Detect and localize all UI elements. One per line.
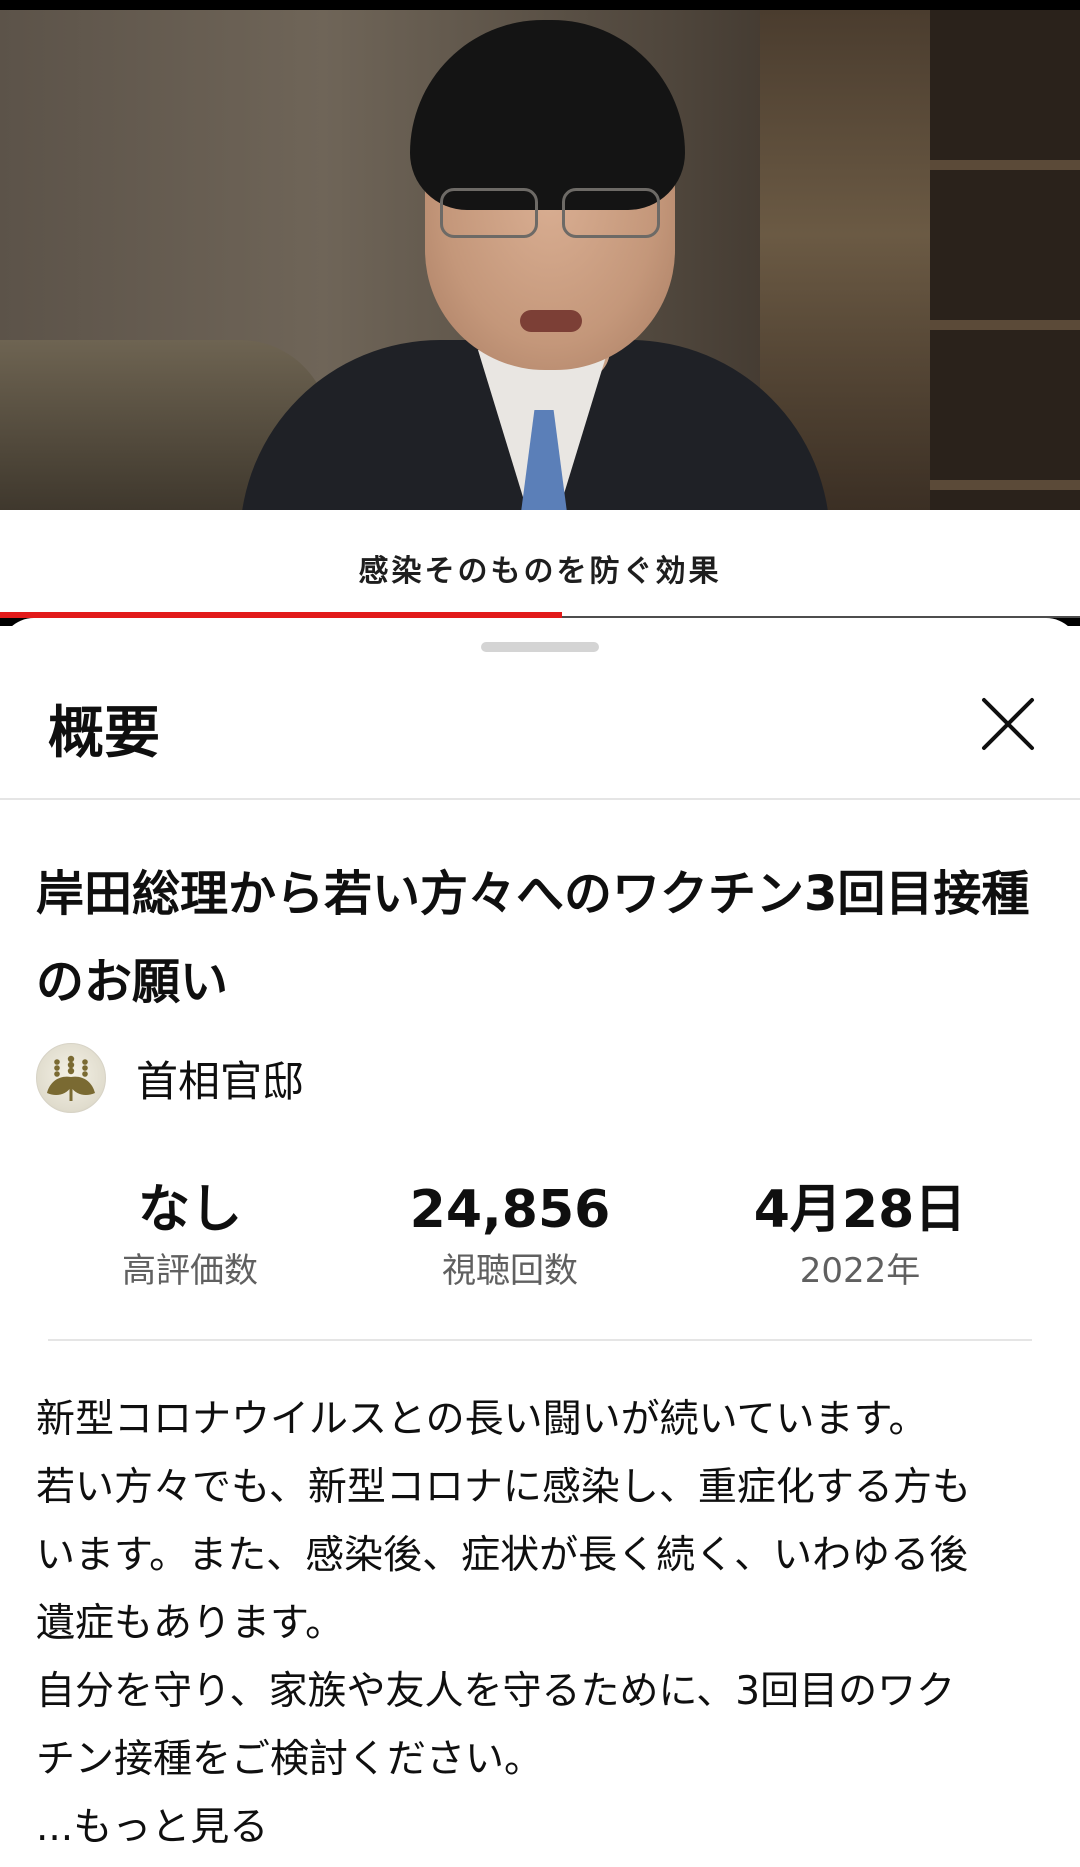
channel-avatar[interactable]: [36, 1043, 106, 1113]
speaker-mouth: [520, 310, 582, 332]
video-title: 岸田総理から若い方々へのワクチン3回目接種のお願い: [36, 866, 1030, 1010]
date-year: 2022年: [799, 1251, 921, 1291]
likes-label: 高評価数: [122, 1251, 258, 1291]
stat-views: 24,856 視聴回数: [400, 1178, 620, 1296]
description-sheet: 概要 岸田総理から若い方々へのワクチン3回目接種のお願い 首相官邸 なし 高評価…: [0, 618, 1080, 1867]
date-value: 4月28日: [753, 1180, 967, 1240]
description-line: チン接種をご検討ください。: [36, 1737, 544, 1782]
views-value: 24,856: [409, 1180, 611, 1240]
stats-divider: [48, 1339, 1032, 1341]
drag-handle[interactable]: [481, 642, 599, 652]
stat-likes: なし 高評価数: [90, 1178, 290, 1296]
video-player[interactable]: 感染そのものを防ぐ効果: [0, 0, 1080, 626]
description-line: 自分を守り、家族や友人を守るために、3回目のワク: [36, 1669, 956, 1714]
channel-row[interactable]: 首相官邸: [36, 1042, 304, 1114]
background-shelf: [930, 10, 1080, 510]
paulownia-crest-icon: [47, 1055, 95, 1101]
description-text: 新型コロナウイルスとの長い闘いが続いています。 若い方々でも、新型コロナに感染し…: [36, 1386, 1046, 1862]
description-line: 新型コロナウイルスとの長い闘いが続いています。: [36, 1397, 928, 1442]
caption-strip: 感染そのものを防ぐ効果: [0, 510, 1080, 616]
close-button[interactable]: [968, 684, 1048, 764]
description-line: 若い方々でも、新型コロナに感染し、重症化する方も: [36, 1465, 971, 1510]
speaker-hair: [410, 20, 685, 210]
description-line: 遺症もあります。: [36, 1601, 345, 1646]
video-frame[interactable]: [0, 10, 1080, 510]
stat-date: 4月28日 2022年: [740, 1178, 980, 1296]
show-more-link[interactable]: ...もっと見る: [36, 1794, 1046, 1862]
likes-value: なし: [137, 1180, 242, 1240]
channel-name[interactable]: 首相官邸: [136, 1048, 304, 1109]
views-label: 視聴回数: [442, 1251, 578, 1291]
close-icon: [982, 698, 1034, 750]
header-divider: [0, 798, 1080, 800]
stats-row: なし 高評価数 24,856 視聴回数 4月28日 2022年: [0, 1178, 1080, 1291]
description-line: います。また、感染後、症状が長く続く、いわゆる後: [36, 1533, 969, 1578]
sheet-title: 概要: [48, 701, 160, 766]
speaker-glasses: [440, 188, 660, 238]
video-caption: 感染そのものを防ぐ効果: [358, 554, 722, 589]
